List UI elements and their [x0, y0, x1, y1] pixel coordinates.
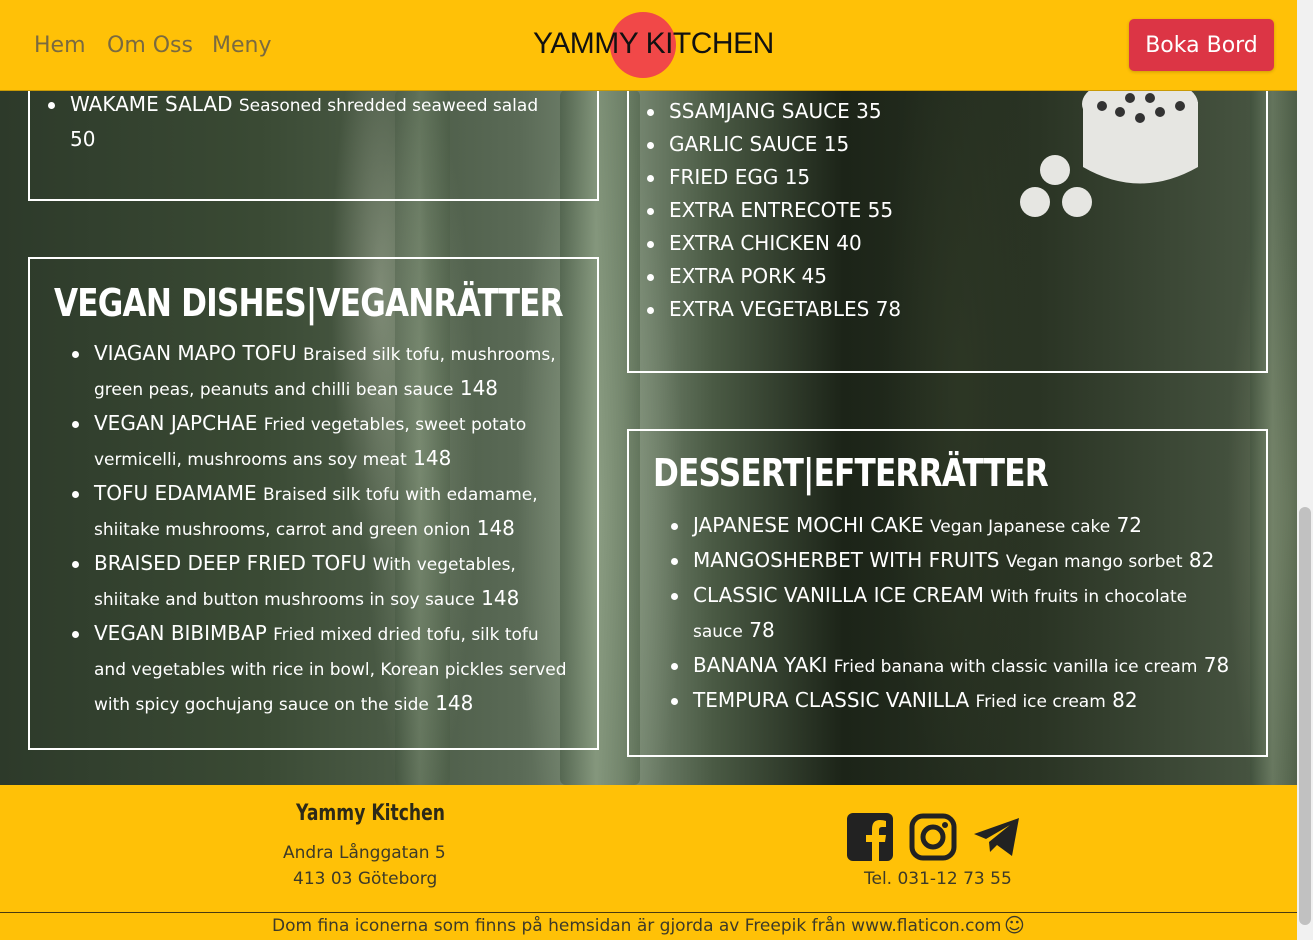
menu-item-price: 82 — [1112, 688, 1138, 712]
menu-item-price: 148 — [481, 586, 520, 610]
menu-item: EXTRA CHICKEN 40 — [647, 227, 1266, 260]
book-table-button[interactable]: Boka Bord — [1129, 19, 1274, 71]
menu-item-name: BRAISED DEEP FRIED TOFU — [94, 551, 367, 575]
menu-item-name: CLASSIC VANILLA ICE CREAM — [693, 583, 984, 607]
instagram-icon[interactable] — [909, 812, 957, 862]
menu-item-price: 45 — [801, 264, 827, 288]
menu-item-name: JAPANESE MOCHI CAKE — [693, 513, 924, 537]
section-title: VEGAN DISHES|VEGANRÄTTER — [54, 281, 564, 325]
nav-link-menu[interactable]: Meny — [212, 33, 271, 58]
menu-item-price: 40 — [836, 231, 862, 255]
menu-item-name: WAKAME SALAD — [70, 92, 233, 116]
footer-divider — [0, 912, 1297, 913]
menu-item: TEMPURA CLASSIC VANILLA Fried ice cream … — [671, 684, 1238, 719]
telegram-icon[interactable] — [972, 812, 1022, 862]
menu-item-price: 148 — [476, 516, 515, 540]
menu-item: VIAGAN MAPO TOFU Braised silk tofu, mush… — [72, 337, 569, 407]
site-logo[interactable]: YAMMY KITCHEN — [533, 27, 774, 61]
menu-item-price: 82 — [1188, 548, 1215, 572]
footer-address-line2: 413 03 Göteborg — [293, 869, 438, 889]
menu-item: EXTRA VEGETABLES 78 — [647, 293, 1266, 326]
footer-address-line1: Andra Långgatan 5 — [283, 843, 446, 863]
menu-item-price: 72 — [1116, 513, 1143, 537]
site-header: Hem Om Oss Meny YAMMY KITCHEN Boka Bord — [0, 0, 1297, 91]
menu-item-name: VIAGAN MAPO TOFU — [94, 341, 297, 365]
menu-item-price: 148 — [459, 376, 499, 400]
menu-item-name: EXTRA VEGETABLES — [669, 297, 870, 321]
menu-item-price: 15 — [784, 165, 811, 189]
menu-item-desc: Vegan mango sorbet — [1005, 552, 1183, 572]
menu-item-name: SSAMJANG SAUCE — [669, 99, 850, 123]
menu-item-price: 78 — [749, 618, 775, 642]
menu-item-name: TOFU EDAMAME — [94, 481, 257, 505]
menu-item-price: 35 — [856, 99, 882, 123]
scrollbar-thumb[interactable] — [1299, 507, 1311, 925]
menu-item-name: TEMPURA CLASSIC VANILLA — [693, 688, 970, 712]
menu-item-desc: Seasoned shredded seaweed salad — [238, 96, 539, 116]
section-title: DESSERT|EFTERRÄTTER — [653, 451, 1049, 495]
menu-item: VEGAN BIBIMBAP Fried mixed dried tofu, s… — [72, 617, 569, 722]
smiley-icon: ☺ — [1004, 913, 1025, 937]
menu-item: TOFU EDAMAME Braised silk tofu with edam… — [72, 477, 569, 547]
sushi-icon — [1020, 82, 1198, 217]
footer-credit: Dom fina iconerna som finns på hemsidan … — [272, 916, 1002, 936]
menu-item: BANANA YAKI Fried banana with classic va… — [671, 649, 1238, 684]
menu-item-name: EXTRA ENTRECOTE — [669, 198, 862, 222]
facebook-icon[interactable] — [846, 812, 894, 862]
menu-item: WAKAME SALAD Seasoned shredded seaweed s… — [48, 88, 597, 156]
menu-item-desc: Fried ice cream — [975, 692, 1106, 712]
menu-item-name: VEGAN BIBIMBAP — [94, 621, 267, 645]
footer-phone: Tel. 031-12 73 55 — [864, 869, 1012, 889]
menu-item: CLASSIC VANILLA ICE CREAM With fruits in… — [671, 579, 1238, 649]
nav-link-home[interactable]: Hem — [34, 33, 86, 58]
menu-item-price: 55 — [867, 198, 894, 222]
menu-item-name: FRIED EGG — [669, 165, 779, 189]
menu-section-vegan: VEGAN DISHES|VEGANRÄTTER VIAGAN MAPO TOF… — [28, 257, 599, 750]
footer-restaurant-name: Yammy Kitchen — [296, 801, 445, 826]
menu-item-price: 78 — [875, 297, 902, 321]
menu-item-price: 50 — [70, 127, 96, 151]
menu-item: JAPANESE MOCHI CAKE Vegan Japanese cake … — [671, 509, 1238, 544]
site-footer: Yammy Kitchen Andra Långgatan 5 413 03 G… — [0, 785, 1297, 940]
menu-item-desc: Vegan Japanese cake — [930, 517, 1111, 537]
menu-item-price: 148 — [413, 446, 452, 470]
menu-item-desc: Fried banana with classic vanilla ice cr… — [833, 657, 1198, 677]
menu-section-dessert: DESSERT|EFTERRÄTTER JAPANESE MOCHI CAKE … — [627, 429, 1268, 757]
menu-item-name: MANGOSHERBET WITH FRUITS — [693, 548, 1000, 572]
menu-item-price: 15 — [823, 132, 850, 156]
menu-item-price: 148 — [435, 691, 474, 715]
menu-item: VEGAN JAPCHAE Fried vegetables, sweet po… — [72, 407, 569, 477]
menu-item-name: VEGAN JAPCHAE — [94, 411, 258, 435]
menu-item-name: EXTRA CHICKEN — [669, 231, 830, 255]
menu-item-price: 78 — [1203, 653, 1230, 677]
menu-item: BRAISED DEEP FRIED TOFU With vegetables,… — [72, 547, 569, 617]
menu-item: MANGOSHERBET WITH FRUITS Vegan mango sor… — [671, 544, 1238, 579]
menu-item-name: GARLIC SAUCE — [669, 132, 818, 156]
menu-item: EXTRA PORK 45 — [647, 260, 1266, 293]
nav-link-about[interactable]: Om Oss — [107, 33, 193, 58]
menu-item-name: BANANA YAKI — [693, 653, 828, 677]
menu-item-name: EXTRA PORK — [669, 264, 796, 288]
